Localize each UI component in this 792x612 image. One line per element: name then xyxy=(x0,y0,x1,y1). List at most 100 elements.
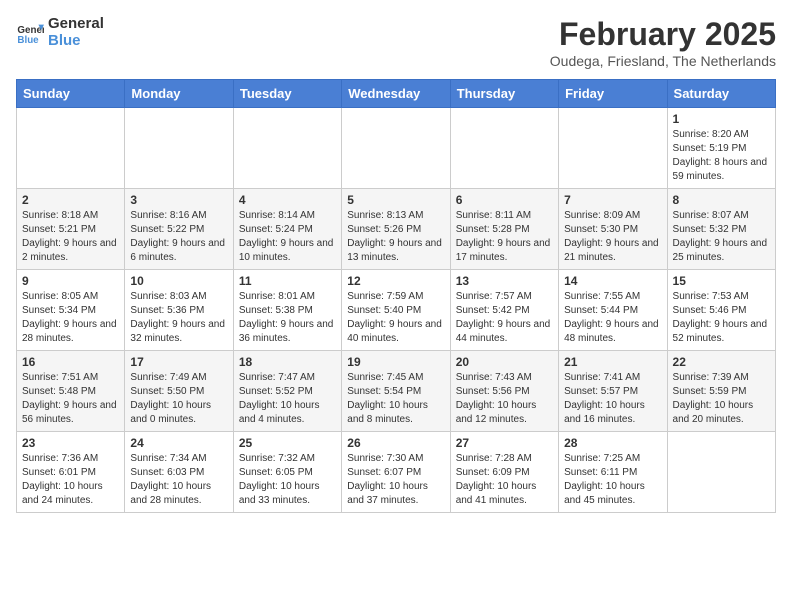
day-info: Sunrise: 8:14 AM Sunset: 5:24 PM Dayligh… xyxy=(239,209,336,265)
day-info: Sunrise: 7:25 AM Sunset: 6:11 PM Dayligh… xyxy=(564,452,661,508)
title-block: February 2025 Oudega, Friesland, The Net… xyxy=(550,16,776,69)
day-number: 9 xyxy=(22,274,119,288)
day-number: 16 xyxy=(22,355,119,369)
day-info: Sunrise: 7:59 AM Sunset: 5:40 PM Dayligh… xyxy=(347,290,444,346)
calendar-cell: 14 Sunrise: 7:55 AM Sunset: 5:44 PM Dayli… xyxy=(559,270,667,351)
calendar-week-3: 9 Sunrise: 8:05 AM Sunset: 5:34 PM Daylig… xyxy=(17,270,776,351)
calendar-week-2: 2Sunrise: 8:18 AM Sunset: 5:21 PM Daylig… xyxy=(17,189,776,270)
calendar-header-row: SundayMondayTuesdayWednesdayThursdayFrid… xyxy=(17,80,776,108)
calendar-cell: 22 Sunrise: 7:39 AM Sunset: 5:59 PM Dayli… xyxy=(667,351,775,432)
logo-icon: General Blue xyxy=(16,19,44,47)
calendar-cell xyxy=(125,108,233,189)
month-year: February 2025 xyxy=(550,16,776,53)
day-number: 18 xyxy=(239,355,336,369)
calendar-cell: 16 Sunrise: 7:51 AM Sunset: 5:48 PM Dayli… xyxy=(17,351,125,432)
day-info: Sunrise: 7:36 AM Sunset: 6:01 PM Dayligh… xyxy=(22,452,119,508)
logo-general: General xyxy=(48,16,104,33)
calendar-cell xyxy=(559,108,667,189)
calendar-cell: 2Sunrise: 8:18 AM Sunset: 5:21 PM Daylig… xyxy=(17,189,125,270)
calendar-cell xyxy=(233,108,341,189)
day-header-thursday: Thursday xyxy=(450,80,558,108)
calendar-cell: 21 Sunrise: 7:41 AM Sunset: 5:57 PM Dayli… xyxy=(559,351,667,432)
calendar-cell: 11 Sunrise: 8:01 AM Sunset: 5:38 PM Dayli… xyxy=(233,270,341,351)
day-number: 27 xyxy=(456,436,553,450)
calendar-cell: 9 Sunrise: 8:05 AM Sunset: 5:34 PM Daylig… xyxy=(17,270,125,351)
day-info: Sunrise: 7:47 AM Sunset: 5:52 PM Dayligh… xyxy=(239,371,336,427)
day-header-sunday: Sunday xyxy=(17,80,125,108)
day-info: Sunrise: 8:20 AM Sunset: 5:19 PM Dayligh… xyxy=(673,128,770,184)
calendar-cell: 15Sunrise: 7:53 AM Sunset: 5:46 PM Dayli… xyxy=(667,270,775,351)
day-number: 28 xyxy=(564,436,661,450)
calendar-cell: 28 Sunrise: 7:25 AM Sunset: 6:11 PM Dayli… xyxy=(559,432,667,513)
day-number: 20 xyxy=(456,355,553,369)
day-number: 11 xyxy=(239,274,336,288)
day-number: 13 xyxy=(456,274,553,288)
day-header-friday: Friday xyxy=(559,80,667,108)
location: Oudega, Friesland, The Netherlands xyxy=(550,53,776,69)
day-number: 26 xyxy=(347,436,444,450)
day-header-saturday: Saturday xyxy=(667,80,775,108)
day-info: Sunrise: 7:49 AM Sunset: 5:50 PM Dayligh… xyxy=(130,371,227,427)
day-info: Sunrise: 8:13 AM Sunset: 5:26 PM Dayligh… xyxy=(347,209,444,265)
day-info: Sunrise: 7:32 AM Sunset: 6:05 PM Dayligh… xyxy=(239,452,336,508)
day-info: Sunrise: 7:55 AM Sunset: 5:44 PM Dayligh… xyxy=(564,290,661,346)
calendar-cell: 20Sunrise: 7:43 AM Sunset: 5:56 PM Dayli… xyxy=(450,351,558,432)
calendar-cell xyxy=(342,108,450,189)
day-info: Sunrise: 7:30 AM Sunset: 6:07 PM Dayligh… xyxy=(347,452,444,508)
calendar-cell: 10 Sunrise: 8:03 AM Sunset: 5:36 PM Dayli… xyxy=(125,270,233,351)
day-info: Sunrise: 7:51 AM Sunset: 5:48 PM Dayligh… xyxy=(22,371,119,427)
day-info: Sunrise: 8:01 AM Sunset: 5:38 PM Dayligh… xyxy=(239,290,336,346)
calendar-cell: 1Sunrise: 8:20 AM Sunset: 5:19 PM Daylig… xyxy=(667,108,775,189)
calendar-cell: 12 Sunrise: 7:59 AM Sunset: 5:40 PM Dayli… xyxy=(342,270,450,351)
day-info: Sunrise: 7:39 AM Sunset: 5:59 PM Dayligh… xyxy=(673,371,770,427)
day-number: 14 xyxy=(564,274,661,288)
day-number: 23 xyxy=(22,436,119,450)
day-info: Sunrise: 7:28 AM Sunset: 6:09 PM Dayligh… xyxy=(456,452,553,508)
calendar-cell: 7Sunrise: 8:09 AM Sunset: 5:30 PM Daylig… xyxy=(559,189,667,270)
day-number: 6 xyxy=(456,193,553,207)
day-header-wednesday: Wednesday xyxy=(342,80,450,108)
page-header: General Blue General Blue February 2025 … xyxy=(16,16,776,69)
calendar-cell: 18 Sunrise: 7:47 AM Sunset: 5:52 PM Dayli… xyxy=(233,351,341,432)
calendar-cell: 17 Sunrise: 7:49 AM Sunset: 5:50 PM Dayli… xyxy=(125,351,233,432)
day-number: 8 xyxy=(673,193,770,207)
day-number: 24 xyxy=(130,436,227,450)
day-info: Sunrise: 8:05 AM Sunset: 5:34 PM Dayligh… xyxy=(22,290,119,346)
calendar-table: SundayMondayTuesdayWednesdayThursdayFrid… xyxy=(16,79,776,513)
day-number: 7 xyxy=(564,193,661,207)
day-info: Sunrise: 8:18 AM Sunset: 5:21 PM Dayligh… xyxy=(22,209,119,265)
day-info: Sunrise: 7:34 AM Sunset: 6:03 PM Dayligh… xyxy=(130,452,227,508)
calendar-cell: 25 Sunrise: 7:32 AM Sunset: 6:05 PM Dayli… xyxy=(233,432,341,513)
logo: General Blue General Blue xyxy=(16,16,104,49)
calendar-cell xyxy=(450,108,558,189)
svg-text:Blue: Blue xyxy=(17,34,39,45)
calendar-cell: 26 Sunrise: 7:30 AM Sunset: 6:07 PM Dayli… xyxy=(342,432,450,513)
day-info: Sunrise: 8:11 AM Sunset: 5:28 PM Dayligh… xyxy=(456,209,553,265)
day-header-tuesday: Tuesday xyxy=(233,80,341,108)
day-number: 25 xyxy=(239,436,336,450)
day-info: Sunrise: 8:07 AM Sunset: 5:32 PM Dayligh… xyxy=(673,209,770,265)
calendar-cell: 3Sunrise: 8:16 AM Sunset: 5:22 PM Daylig… xyxy=(125,189,233,270)
day-number: 19 xyxy=(347,355,444,369)
calendar-cell: 4Sunrise: 8:14 AM Sunset: 5:24 PM Daylig… xyxy=(233,189,341,270)
day-number: 17 xyxy=(130,355,227,369)
calendar-week-4: 16 Sunrise: 7:51 AM Sunset: 5:48 PM Dayli… xyxy=(17,351,776,432)
calendar-week-1: 1Sunrise: 8:20 AM Sunset: 5:19 PM Daylig… xyxy=(17,108,776,189)
day-number: 21 xyxy=(564,355,661,369)
calendar-cell xyxy=(17,108,125,189)
day-header-monday: Monday xyxy=(125,80,233,108)
day-number: 22 xyxy=(673,355,770,369)
day-info: Sunrise: 8:03 AM Sunset: 5:36 PM Dayligh… xyxy=(130,290,227,346)
calendar-cell: 8 Sunrise: 8:07 AM Sunset: 5:32 PM Daylig… xyxy=(667,189,775,270)
calendar-cell: 24 Sunrise: 7:34 AM Sunset: 6:03 PM Dayli… xyxy=(125,432,233,513)
calendar-cell: 5 Sunrise: 8:13 AM Sunset: 5:26 PM Daylig… xyxy=(342,189,450,270)
calendar-cell: 27 Sunrise: 7:28 AM Sunset: 6:09 PM Dayli… xyxy=(450,432,558,513)
day-number: 12 xyxy=(347,274,444,288)
calendar-cell: 23 Sunrise: 7:36 AM Sunset: 6:01 PM Dayli… xyxy=(17,432,125,513)
calendar-cell: 19Sunrise: 7:45 AM Sunset: 5:54 PM Dayli… xyxy=(342,351,450,432)
logo-blue: Blue xyxy=(48,33,104,50)
day-number: 5 xyxy=(347,193,444,207)
day-info: Sunrise: 7:41 AM Sunset: 5:57 PM Dayligh… xyxy=(564,371,661,427)
day-info: Sunrise: 8:16 AM Sunset: 5:22 PM Dayligh… xyxy=(130,209,227,265)
day-number: 10 xyxy=(130,274,227,288)
